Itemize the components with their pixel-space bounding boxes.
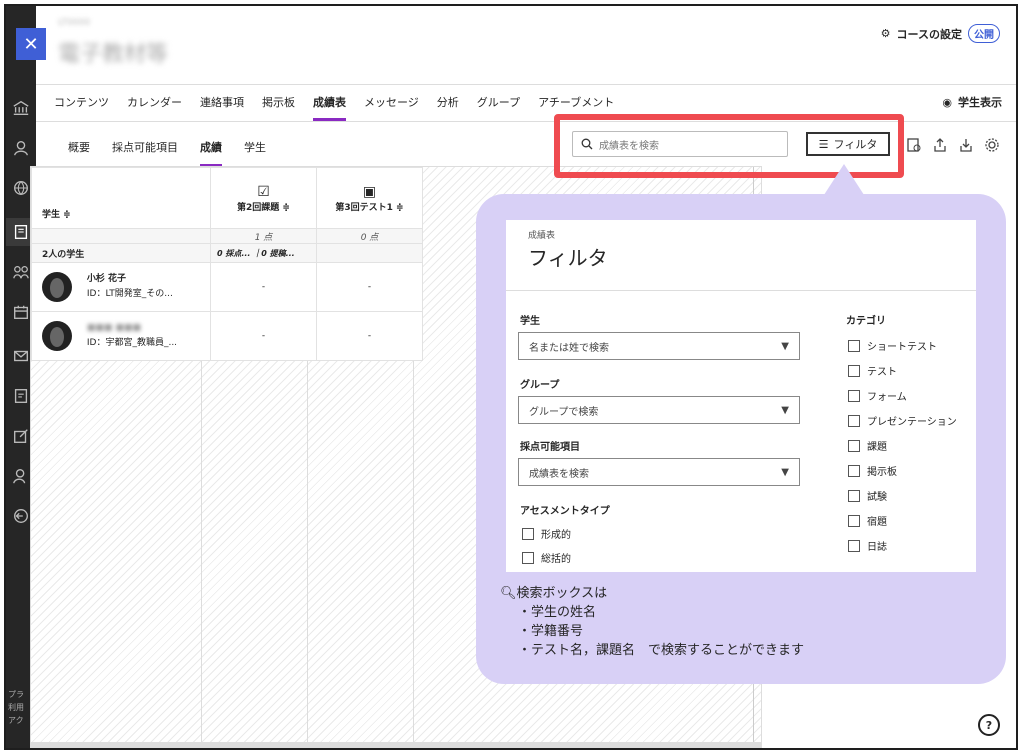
assessment-checkbox[interactable]: 形成的: [522, 526, 571, 541]
tab-calendar[interactable]: カレンダー: [127, 94, 182, 121]
eye-icon: ◉: [942, 95, 952, 109]
subtab-grades[interactable]: 成績: [200, 139, 222, 167]
category-checkbox[interactable]: 日誌: [848, 538, 887, 553]
calendar-icon[interactable]: [11, 302, 31, 322]
table-row: 小杉 花子 ID：LT開発室_その... - -: [31, 262, 423, 312]
assessment-checkbox[interactable]: 総括的: [522, 550, 571, 565]
caret-down-icon: ▼: [781, 404, 789, 416]
subtab-students[interactable]: 学生: [244, 139, 266, 167]
student-column-header[interactable]: 学生 ≑: [31, 167, 211, 229]
student-count: 2人の学生: [31, 243, 211, 263]
student-filter-label: 学生: [520, 316, 540, 327]
tab-announcements[interactable]: 連絡事項: [200, 94, 244, 121]
gear-icon[interactable]: [984, 137, 1000, 153]
student-filter-select[interactable]: 名または姓で検索 ▼: [518, 332, 800, 360]
group-filter-select[interactable]: グループで検索 ▼: [518, 396, 800, 424]
assessment-type-label: アセスメントタイプ: [520, 506, 610, 517]
category-checkbox[interactable]: フォーム: [848, 388, 907, 403]
subtab-overview[interactable]: 概要: [68, 139, 90, 167]
course-header: LT0000 電子教材等 ⚙ コースの設定 公開: [36, 6, 1016, 85]
tab-gradebook[interactable]: 成績表: [313, 94, 346, 121]
tab-analytics[interactable]: 分析: [437, 94, 459, 121]
institution-icon[interactable]: [11, 98, 31, 118]
student-cell[interactable]: ■■■ ■■■ ID：宇都宮_教職員_...: [31, 311, 211, 361]
grades-icon[interactable]: [11, 386, 31, 406]
grade-cell[interactable]: -: [316, 311, 423, 361]
annotation-note: 🔍︎検索ボックスは ・学生の姓名 ・学籍番号 ・テスト名，課題名 で検索すること…: [500, 586, 805, 658]
course-title: 電子教材等: [58, 42, 169, 67]
course-code: LT0000: [58, 18, 91, 28]
assignment-icon: ☑: [257, 183, 270, 200]
callout-pointer: [822, 164, 866, 198]
item-stats: 0 採点... ｜0 提稿...: [210, 243, 317, 263]
tab-discussions[interactable]: 掲示板: [262, 94, 295, 121]
grade-cell[interactable]: -: [210, 262, 317, 312]
course-settings[interactable]: ⚙ コースの設定 公開: [881, 24, 1000, 43]
avatar: [42, 321, 72, 351]
item-filter-label: 採点可能項目: [520, 442, 580, 453]
gradebook-table: 学生 ≑ ☑ 第2回課題 ≑ ▣ 第3回テスト1 ≑ 1 点 0 点 2人の学生…: [31, 167, 423, 361]
category-checkbox[interactable]: 試験: [848, 488, 887, 503]
item-column-header[interactable]: ▣ 第3回テスト1 ≑: [316, 167, 423, 229]
panel-breadcrumb: 成績表: [528, 231, 556, 241]
category-checkbox[interactable]: 掲示板: [848, 463, 897, 478]
close-button[interactable]: ✕: [16, 28, 46, 60]
gear-icon: ⚙: [880, 27, 891, 40]
panel-title: フィルタ: [528, 246, 608, 270]
caret-down-icon: ▼: [781, 466, 789, 478]
category-checkbox[interactable]: 宿題: [848, 513, 887, 528]
download-icon[interactable]: [958, 137, 974, 153]
help-icon[interactable]: ?: [978, 714, 1000, 736]
item-column-header[interactable]: ☑ 第2回課題 ≑: [210, 167, 317, 229]
group-filter-label: グループ: [520, 380, 560, 391]
filter-panel: 成績表 フィルタ 学生 名または姓で検索 ▼ グループ グループで検索 ▼ 採点可能…: [506, 220, 976, 572]
item-filter-select[interactable]: 成績表を検索 ▼: [518, 458, 800, 486]
gradebook-tools: [906, 137, 1000, 153]
category-checkbox[interactable]: プレゼンテーション: [848, 413, 957, 428]
upload-icon[interactable]: [932, 137, 948, 153]
messages-icon[interactable]: [11, 346, 31, 366]
points-label: 1 点: [210, 228, 317, 244]
category-checkbox[interactable]: テスト: [848, 363, 897, 378]
view-icon[interactable]: [906, 137, 922, 153]
edit-icon[interactable]: [11, 426, 31, 446]
student-name: 小杉 花子: [86, 274, 127, 284]
window: ✕ プラ 利用 アク LT0000 電子教材等 ⚙ コースの設定 公開 コンテン…: [4, 4, 1018, 750]
category-label: カテゴリ: [846, 316, 886, 327]
profile-icon[interactable]: [11, 138, 31, 158]
tab-groups[interactable]: グループ: [477, 94, 520, 121]
test-icon: ▣: [362, 183, 377, 200]
rail-footer: プラ 利用 アク: [8, 690, 24, 725]
organizations-icon[interactable]: [11, 262, 31, 282]
tab-contents[interactable]: コンテンツ: [54, 94, 109, 121]
grade-cell[interactable]: -: [316, 262, 423, 312]
student-cell[interactable]: 小杉 花子 ID：LT開発室_その...: [31, 262, 211, 312]
grade-cell[interactable]: -: [210, 311, 317, 361]
avatar: [42, 272, 72, 302]
subtab-gradable-items[interactable]: 採点可能項目: [112, 139, 178, 167]
category-checkbox[interactable]: ショートテスト: [848, 338, 937, 353]
caret-down-icon: ▼: [781, 340, 789, 352]
category-checkbox[interactable]: 課題: [848, 438, 887, 453]
sign-out-icon[interactable]: [11, 506, 31, 526]
student-view-button[interactable]: ◉ 学生表示: [942, 94, 1002, 110]
tab-messages[interactable]: メッセージ: [364, 94, 419, 121]
student-name: ■■■ ■■■: [86, 323, 142, 333]
user-settings-icon[interactable]: [11, 466, 31, 486]
student-id: ID：宇都宮_教職員_...: [86, 338, 178, 348]
points-label: 0 点: [316, 228, 423, 244]
globe-icon[interactable]: [11, 178, 31, 198]
student-id: ID：LT開発室_その...: [86, 289, 173, 299]
search-icon: 🔍︎: [500, 586, 517, 601]
table-row: ■■■ ■■■ ID：宇都宮_教職員_... - -: [31, 311, 423, 361]
public-badge[interactable]: 公開: [968, 24, 1000, 43]
